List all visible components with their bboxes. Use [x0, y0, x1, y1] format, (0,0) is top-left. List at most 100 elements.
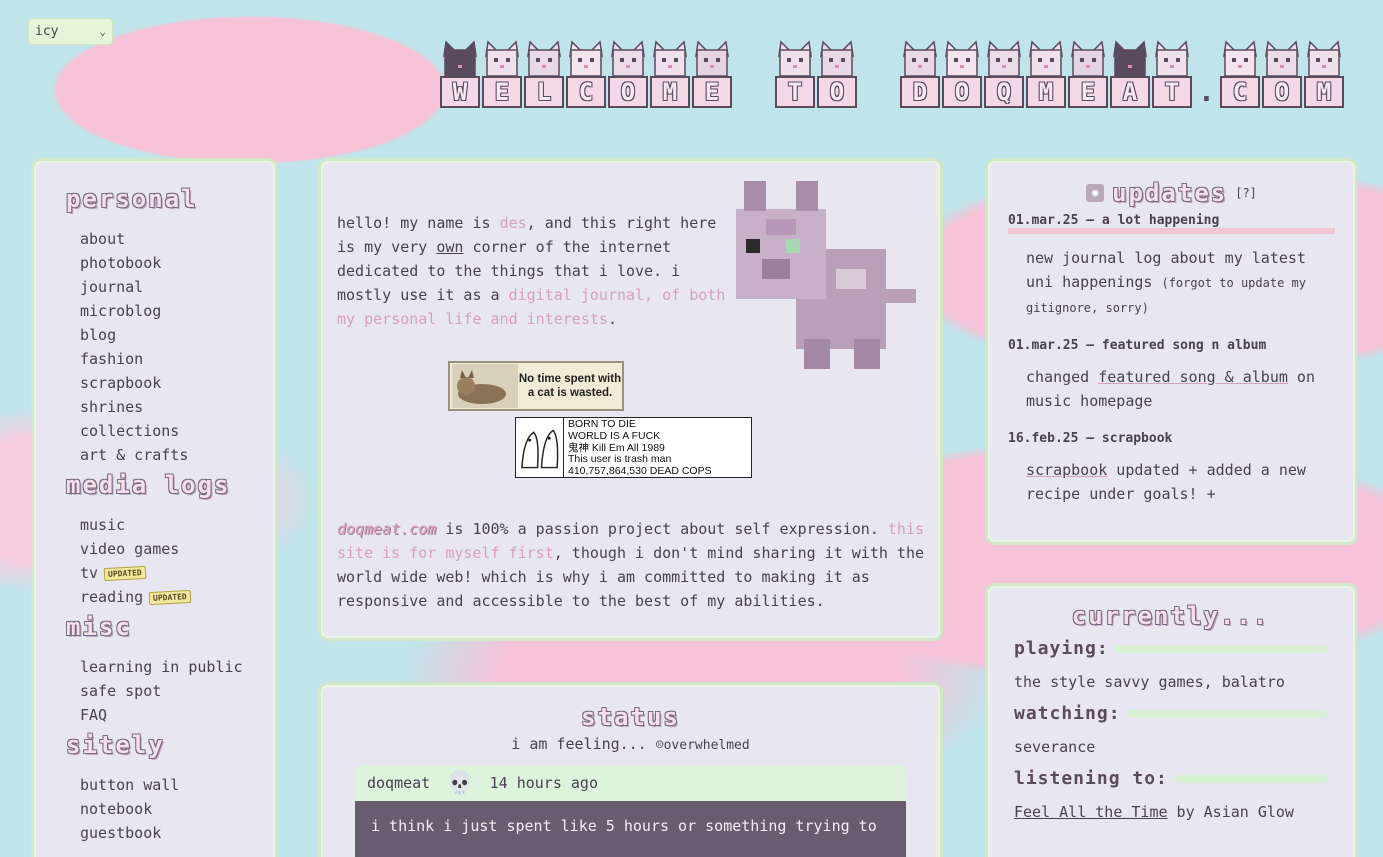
cat-plush-image — [736, 181, 916, 369]
banner-letter-tile: M — [650, 40, 690, 108]
banner-word: DOQMEAT.COM — [900, 40, 1344, 108]
banner-letter-tile: E — [1068, 40, 1108, 108]
cat-icon — [820, 40, 854, 76]
featured-song-link[interactable]: featured song & album — [1098, 368, 1288, 386]
feeling-line: i am feeling... ☹overwhelmed — [511, 735, 750, 753]
banner-letter: E — [482, 76, 522, 108]
banner-letter: C — [1220, 76, 1260, 108]
update-entry: 01.mar.25 — featured song n album change… — [1008, 334, 1335, 413]
nav-link-about[interactable]: about — [80, 227, 275, 251]
nav-link-photobook[interactable]: photobook — [80, 251, 275, 275]
cat-photo-icon — [452, 364, 518, 408]
nav-heading-media-logs: media logs — [66, 471, 231, 499]
help-link[interactable]: [?] — [1235, 186, 1257, 200]
cat-icon — [485, 40, 519, 76]
about-site-paragraph: doqmeat.com is 100% a passion project ab… — [337, 520, 925, 610]
banner-letter: M — [1026, 76, 1066, 108]
status-message: i think i just spent like 5 hours or som… — [355, 801, 906, 857]
nav-section-personal: personal about photobook journal microbl… — [66, 185, 275, 467]
banner-letter: C — [566, 76, 606, 108]
banner-letter: A — [1110, 76, 1150, 108]
banner-letter: O — [608, 76, 648, 108]
nav-link-collections[interactable]: collections — [80, 419, 275, 443]
watching-label: watching: — [1014, 703, 1327, 724]
cat-icon — [1071, 40, 1105, 76]
cat-icon — [1265, 40, 1299, 76]
cat-icon — [569, 40, 603, 76]
banner-letter: M — [1304, 76, 1344, 108]
nav-link-safe-spot[interactable]: safe spot — [80, 679, 275, 703]
update-date: 01.mar.25 — a lot happening — [1008, 213, 1335, 234]
scrapbook-link[interactable]: scrapbook — [1026, 461, 1107, 479]
nav-link-guestbook[interactable]: guestbook — [80, 821, 275, 845]
updated-badge: UPDATED — [148, 589, 192, 605]
nav-heading-personal: personal — [66, 185, 198, 213]
cat-icon — [987, 40, 1021, 76]
nav-link-scrapbook[interactable]: scrapbook — [80, 371, 275, 395]
update-text: changed featured song & album on music h… — [1026, 368, 1315, 410]
banner-letter: O — [942, 76, 982, 108]
nav-link-learning-in-public[interactable]: learning in public — [80, 655, 275, 679]
cat-icon — [903, 40, 937, 76]
stamp-text: No time spent with a cat is wasted. — [518, 373, 622, 399]
cat-icon — [1307, 40, 1341, 76]
banner-letter: O — [1262, 76, 1302, 108]
cat-icon — [778, 40, 812, 76]
chevron-down-icon: ⌄ — [99, 25, 106, 38]
banner-letter: T — [1152, 76, 1192, 108]
intro-panel: hello! my name is des, and this right he… — [318, 158, 943, 641]
nav-link-art-crafts[interactable]: art & crafts — [80, 443, 275, 467]
nav-link-notebook[interactable]: notebook — [80, 797, 275, 821]
nav-link-blog[interactable]: blog — [80, 323, 275, 347]
rss-icon[interactable]: ◉ — [1086, 184, 1105, 202]
updates-panel: ◉ updates [?] 01.mar.25 — a lot happenin… — [985, 158, 1358, 545]
dogs-sketch-icon — [516, 418, 564, 477]
nav-heading-sitely: sitely — [66, 731, 165, 759]
trash-man-stamp[interactable]: BORN TO DIE WORLD IS A FUCK 鬼神 Kill Em A… — [515, 417, 752, 478]
update-entry: 01.mar.25 — a lot happening new journal … — [1008, 209, 1335, 320]
nav-link-fashion[interactable]: fashion — [80, 347, 275, 371]
nav-link-microblog[interactable]: microblog — [80, 299, 275, 323]
nav-link-tv[interactable]: tv UPDATED — [80, 561, 275, 585]
site-name: doqmeat.com — [337, 520, 437, 538]
update-date: 01.mar.25 — featured song n album — [1008, 338, 1267, 353]
status-card-header: doqmeat 💀 14 hours ago — [355, 765, 906, 801]
banner-letter: E — [1068, 76, 1108, 108]
nav-link-reading[interactable]: reading UPDATED — [80, 585, 275, 609]
cat-icon — [653, 40, 687, 76]
nav-link-music[interactable]: music — [80, 513, 275, 537]
banner-letter-tile: Q — [984, 40, 1024, 108]
stamp-lines: BORN TO DIE WORLD IS A FUCK 鬼神 Kill Em A… — [568, 418, 712, 478]
nav-link-journal[interactable]: journal — [80, 275, 275, 299]
song-link[interactable]: Feel All the Time — [1014, 803, 1168, 821]
banner-letter: L — [524, 76, 564, 108]
banner-letter: D — [900, 76, 940, 108]
name-link[interactable]: des — [500, 214, 527, 232]
banner-letter: O — [817, 76, 857, 108]
banner-letter-tile: D — [900, 40, 940, 108]
own-emphasis: own — [436, 238, 464, 256]
status-user[interactable]: doqmeat — [367, 774, 430, 792]
nav-section-misc: misc learning in public safe spot FAQ — [66, 613, 275, 727]
cat-stamp-button[interactable]: No time spent with a cat is wasted. — [448, 361, 624, 411]
status-title: status — [581, 703, 680, 731]
banner-letter-tile: C — [1220, 40, 1260, 108]
banner-letter: Q — [984, 76, 1024, 108]
cat-icon — [1155, 40, 1189, 76]
nav-heading-misc: misc — [66, 613, 132, 641]
nav-link-video-games[interactable]: video games — [80, 537, 275, 561]
banner-letter-tile: O — [1262, 40, 1302, 108]
playing-label: playing: — [1014, 638, 1327, 659]
update-text: new journal log about my latest uni happ… — [1026, 249, 1306, 315]
banner-letter: E — [692, 76, 732, 108]
nav-link-shrines[interactable]: shrines — [80, 395, 275, 419]
theme-select[interactable]: icy ⌄ — [28, 18, 113, 45]
banner-word: TO — [775, 40, 857, 108]
updates-header: ◉ updates [?] — [1008, 179, 1335, 207]
nav-link-faq[interactable]: FAQ — [80, 703, 275, 727]
nav-section-media-logs: media logs music video games tv UPDATED r… — [66, 471, 275, 609]
nav-link-button-wall[interactable]: button wall — [80, 773, 275, 797]
update-text: scrapbook updated + added a new recipe u… — [1026, 461, 1306, 503]
playing-value: the style savvy games, balatro — [1014, 673, 1285, 691]
listening-label: listening to: — [1014, 768, 1327, 789]
